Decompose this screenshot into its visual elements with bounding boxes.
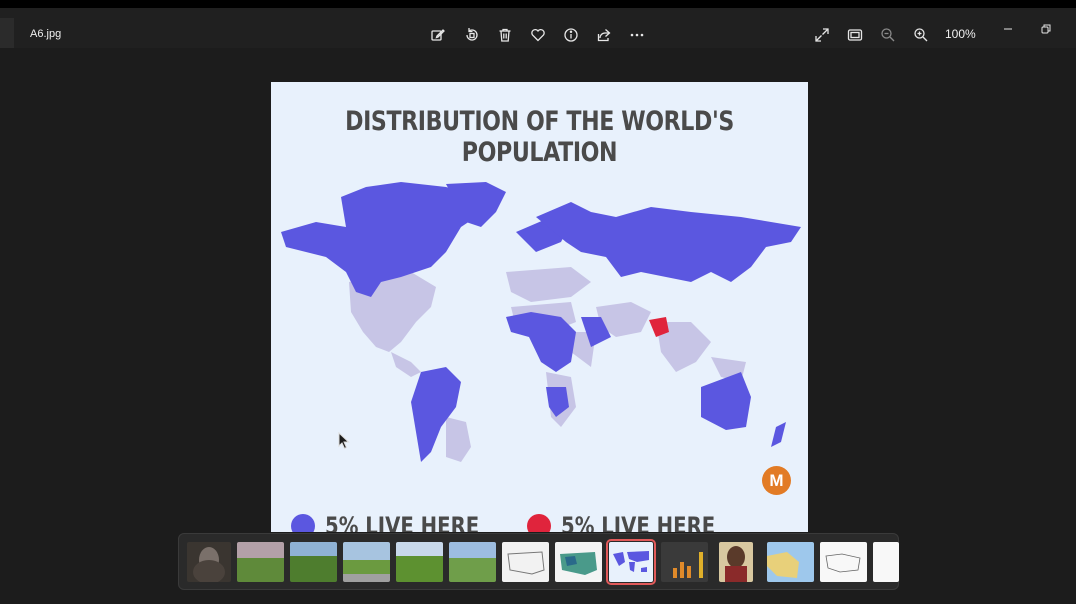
screen-top-edge — [0, 0, 1076, 8]
thumbnail[interactable] — [873, 542, 899, 582]
fullscreen-icon[interactable] — [811, 24, 833, 46]
more-icon[interactable] — [626, 24, 648, 46]
thumbnail[interactable] — [449, 542, 496, 582]
m-logo: M — [762, 466, 791, 495]
legend-label: 5% LIVE HERE — [325, 512, 480, 532]
thumbnail[interactable] — [187, 542, 231, 582]
zoom-in-icon[interactable] — [910, 24, 932, 46]
legend-label: 5% LIVE HERE — [561, 512, 716, 532]
title-bar: A6.jpg 100% — [0, 8, 1076, 54]
legend-item-blue: 5% LIVE HERE — [291, 512, 513, 532]
map-title: DISTRIBUTION OF THE WORLD'S POPULATION — [345, 106, 734, 168]
mouse-pointer-icon — [338, 431, 350, 455]
fit-window-icon[interactable] — [844, 24, 866, 46]
edit-icon[interactable] — [427, 24, 449, 46]
thumbnail[interactable] — [396, 542, 443, 582]
zoom-level[interactable]: 100% — [945, 27, 976, 41]
blue-dot-icon — [291, 514, 315, 532]
info-icon[interactable] — [560, 24, 582, 46]
thumbnail-selected[interactable] — [606, 539, 656, 585]
zoom-out-icon[interactable] — [877, 24, 899, 46]
restore-icon[interactable] — [1034, 20, 1058, 38]
rotate-icon[interactable] — [461, 24, 483, 46]
thumbnail[interactable] — [661, 542, 708, 582]
thumbnail[interactable] — [502, 542, 549, 582]
filmstrip — [178, 533, 899, 590]
file-name: A6.jpg — [30, 28, 62, 40]
delete-icon[interactable] — [494, 24, 516, 46]
share-icon[interactable] — [593, 24, 615, 46]
red-dot-icon — [527, 514, 551, 532]
thumbnail[interactable] — [343, 542, 390, 582]
world-map — [281, 182, 801, 462]
displayed-image: DISTRIBUTION OF THE WORLD'S POPULATION M… — [271, 82, 808, 532]
legend-item-red: 5% LIVE HERE — [527, 512, 749, 532]
thumbnail[interactable] — [555, 542, 602, 582]
thumbnail[interactable] — [767, 542, 814, 582]
thumbnail[interactable] — [719, 542, 753, 582]
minimize-icon[interactable] — [996, 20, 1020, 38]
favorite-icon[interactable] — [527, 24, 549, 46]
thumbnail[interactable] — [237, 542, 284, 582]
thumbnail[interactable] — [290, 542, 337, 582]
thumbnail[interactable] — [820, 542, 867, 582]
